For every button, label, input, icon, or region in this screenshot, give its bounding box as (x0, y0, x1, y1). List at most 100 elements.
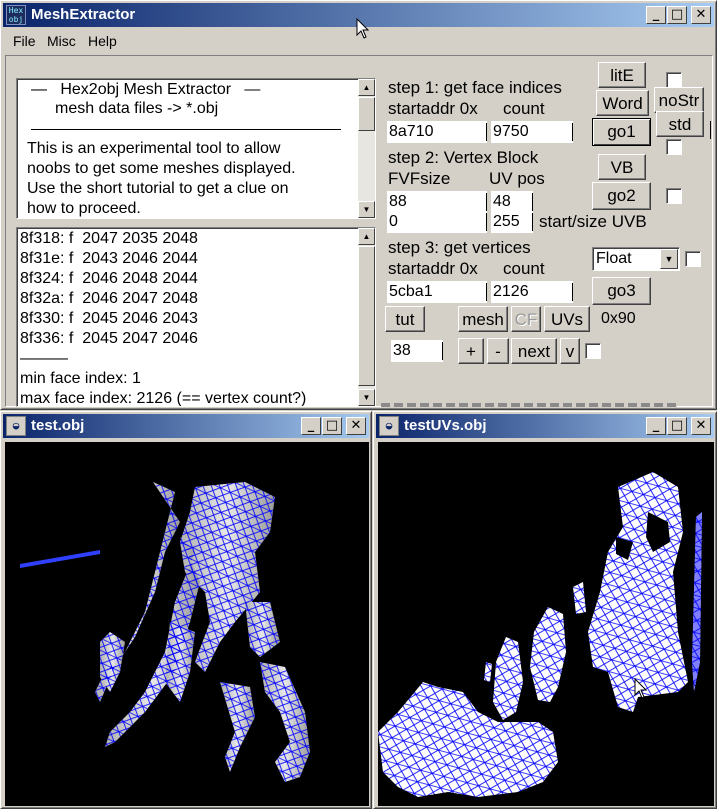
info-scrollbar[interactable]: ▲ ▼ (358, 79, 375, 218)
mesh-viewport[interactable] (5, 442, 369, 806)
step1-addr-label: startaddr 0x (388, 99, 478, 118)
word-button[interactable]: Word (596, 90, 649, 116)
step3-title: step 3: get vertices (388, 238, 531, 257)
scroll-thumb[interactable] (358, 246, 375, 386)
uv-edge-strip (692, 512, 702, 692)
step2-title: step 2: Vertex Block (388, 148, 539, 167)
cf-button[interactable]: CF (511, 306, 541, 332)
lite-checkbox[interactable] (666, 72, 682, 88)
vertex-startaddr-input[interactable]: 5cba1 (387, 281, 487, 303)
scroll-down-icon[interactable]: ▼ (358, 389, 375, 406)
face-line: 8f31e: f 2043 2046 2044 (20, 250, 198, 267)
close-icon[interactable]: ✕ (346, 417, 366, 435)
minus-button[interactable]: - (487, 338, 509, 364)
hidden-status-strip (381, 403, 677, 407)
face-line: 8f330: f 2045 2046 2043 (20, 310, 198, 327)
main-window: Hex obj MeshExtractor _ □ ✕ File Misc Hel… (0, 0, 717, 410)
nostr-button[interactable]: noStr (654, 87, 704, 113)
maximize-icon[interactable]: □ (667, 417, 687, 435)
format-select[interactable]: Float ▼ (592, 247, 680, 271)
mesh-window: ◒ test.obj _ □ ✕ (0, 411, 372, 809)
step3-count-label: count (503, 259, 545, 278)
scroll-up-icon[interactable]: ▲ (358, 79, 375, 96)
uv-titlebar[interactable]: ◒ testUVs.obj _ □ ✕ (376, 414, 714, 438)
mesh-model (20, 482, 310, 782)
info-line: This is an experimental tool to allow (27, 140, 281, 157)
face-list-textbox[interactable]: 8f318: f 2047 2035 2048 8f31e: f 2043 20… (16, 227, 376, 407)
next-value-input[interactable]: 38 (391, 340, 443, 362)
scroll-thumb[interactable] (358, 97, 375, 131)
format-checkbox[interactable] (685, 251, 701, 267)
next-button[interactable]: next (511, 338, 557, 364)
uv-pos-input[interactable]: 48 (491, 191, 533, 213)
uvb-start-input[interactable]: 0 (387, 211, 487, 233)
v-button[interactable]: v (560, 338, 580, 364)
dropdown-arrow-icon[interactable]: ▼ (660, 249, 678, 269)
minimize-icon[interactable]: _ (646, 417, 666, 435)
uv-window-title: testUVs.obj (404, 417, 487, 434)
step2-fvf-label: FVFsize (388, 169, 451, 188)
info-textbox[interactable]: — Hex2obj Mesh Extractor — mesh data fil… (16, 78, 376, 219)
app-icon[interactable]: Hex obj (6, 5, 26, 25)
tut-button[interactable]: tut (385, 306, 425, 332)
uvb-size-input[interactable]: 255 (491, 211, 533, 233)
face-line: 8f32a: f 2046 2047 2048 (20, 290, 198, 307)
scroll-up-icon[interactable]: ▲ (358, 228, 375, 245)
face-line: max face index: 2126 (== vertex count?) (20, 390, 307, 407)
format-select-value: Float (596, 250, 632, 267)
uv-window: ◒ testUVs.obj _ □ ✕ (373, 411, 717, 809)
v-checkbox[interactable] (585, 343, 601, 359)
face-scrollbar[interactable]: ▲ ▼ (358, 228, 375, 406)
uvs-button[interactable]: UVs (544, 306, 590, 332)
mesh-titlebar[interactable]: ◒ test.obj _ □ ✕ (3, 414, 369, 438)
step2-uv-label: UV pos (489, 169, 545, 188)
hex-label: 0x90 (601, 310, 636, 327)
main-window-title: MeshExtractor (31, 6, 136, 23)
step1-count-label: count (503, 99, 545, 118)
vb-button[interactable]: VB (598, 154, 646, 180)
face-line: 8f336: f 2045 2047 2046 (20, 330, 198, 347)
close-icon[interactable]: ✕ (691, 417, 711, 435)
mesh-button[interactable]: mesh (458, 306, 508, 332)
minimize-icon[interactable]: _ (646, 6, 666, 24)
step3-addr-label: startaddr 0x (388, 259, 478, 278)
go2-button[interactable]: go2 (592, 182, 651, 210)
step1-title: step 1: get face indices (388, 78, 562, 97)
viewer-icon[interactable]: ◒ (6, 416, 26, 436)
minimize-icon[interactable]: _ (301, 417, 321, 435)
info-line: Use the short tutorial to get a clue on (27, 180, 289, 197)
face-line: 8f318: f 2047 2035 2048 (20, 230, 198, 247)
std-checkbox[interactable] (666, 139, 682, 155)
face-line: 8f324: f 2046 2048 2044 (20, 270, 198, 287)
menu-help[interactable]: Help (88, 33, 117, 49)
std-button[interactable]: std (656, 111, 704, 137)
face-count-input[interactable]: 9750 (491, 121, 573, 143)
fvf-size-input[interactable]: 88 (387, 191, 487, 213)
uvb-label: start/size UVB (539, 212, 647, 231)
info-line: — Hex2obj Mesh Extractor — (31, 81, 261, 98)
maximize-icon[interactable]: □ (322, 417, 342, 435)
close-icon[interactable]: ✕ (691, 6, 711, 24)
maximize-icon[interactable]: □ (667, 6, 687, 24)
info-line: noobs to get some meshes displayed. (27, 160, 296, 177)
uv-viewport[interactable] (378, 442, 714, 806)
face-line: ——— (20, 350, 68, 367)
vertex-count-input[interactable]: 2126 (491, 281, 573, 303)
lite-button[interactable]: litE (598, 62, 646, 88)
go3-button[interactable]: go3 (592, 277, 651, 305)
viewer-icon[interactable]: ◒ (379, 416, 399, 436)
info-line: mesh data files -> *.obj (55, 100, 219, 117)
menu-file[interactable]: File (13, 33, 36, 49)
plus-button[interactable]: + (458, 338, 484, 364)
face-startaddr-input[interactable]: 8a710 (387, 121, 487, 143)
std-marker (710, 121, 711, 139)
face-line: min face index: 1 (20, 370, 141, 387)
mouse-pointer-icon (356, 18, 370, 39)
go1-button[interactable]: go1 (592, 118, 651, 146)
menu-misc[interactable]: Misc (47, 33, 76, 49)
info-line: how to proceed. (27, 200, 141, 217)
mesh-window-title: test.obj (31, 417, 85, 434)
scroll-down-icon[interactable]: ▼ (358, 201, 375, 218)
uv-layout (378, 472, 702, 797)
go2-checkbox[interactable] (666, 188, 682, 204)
